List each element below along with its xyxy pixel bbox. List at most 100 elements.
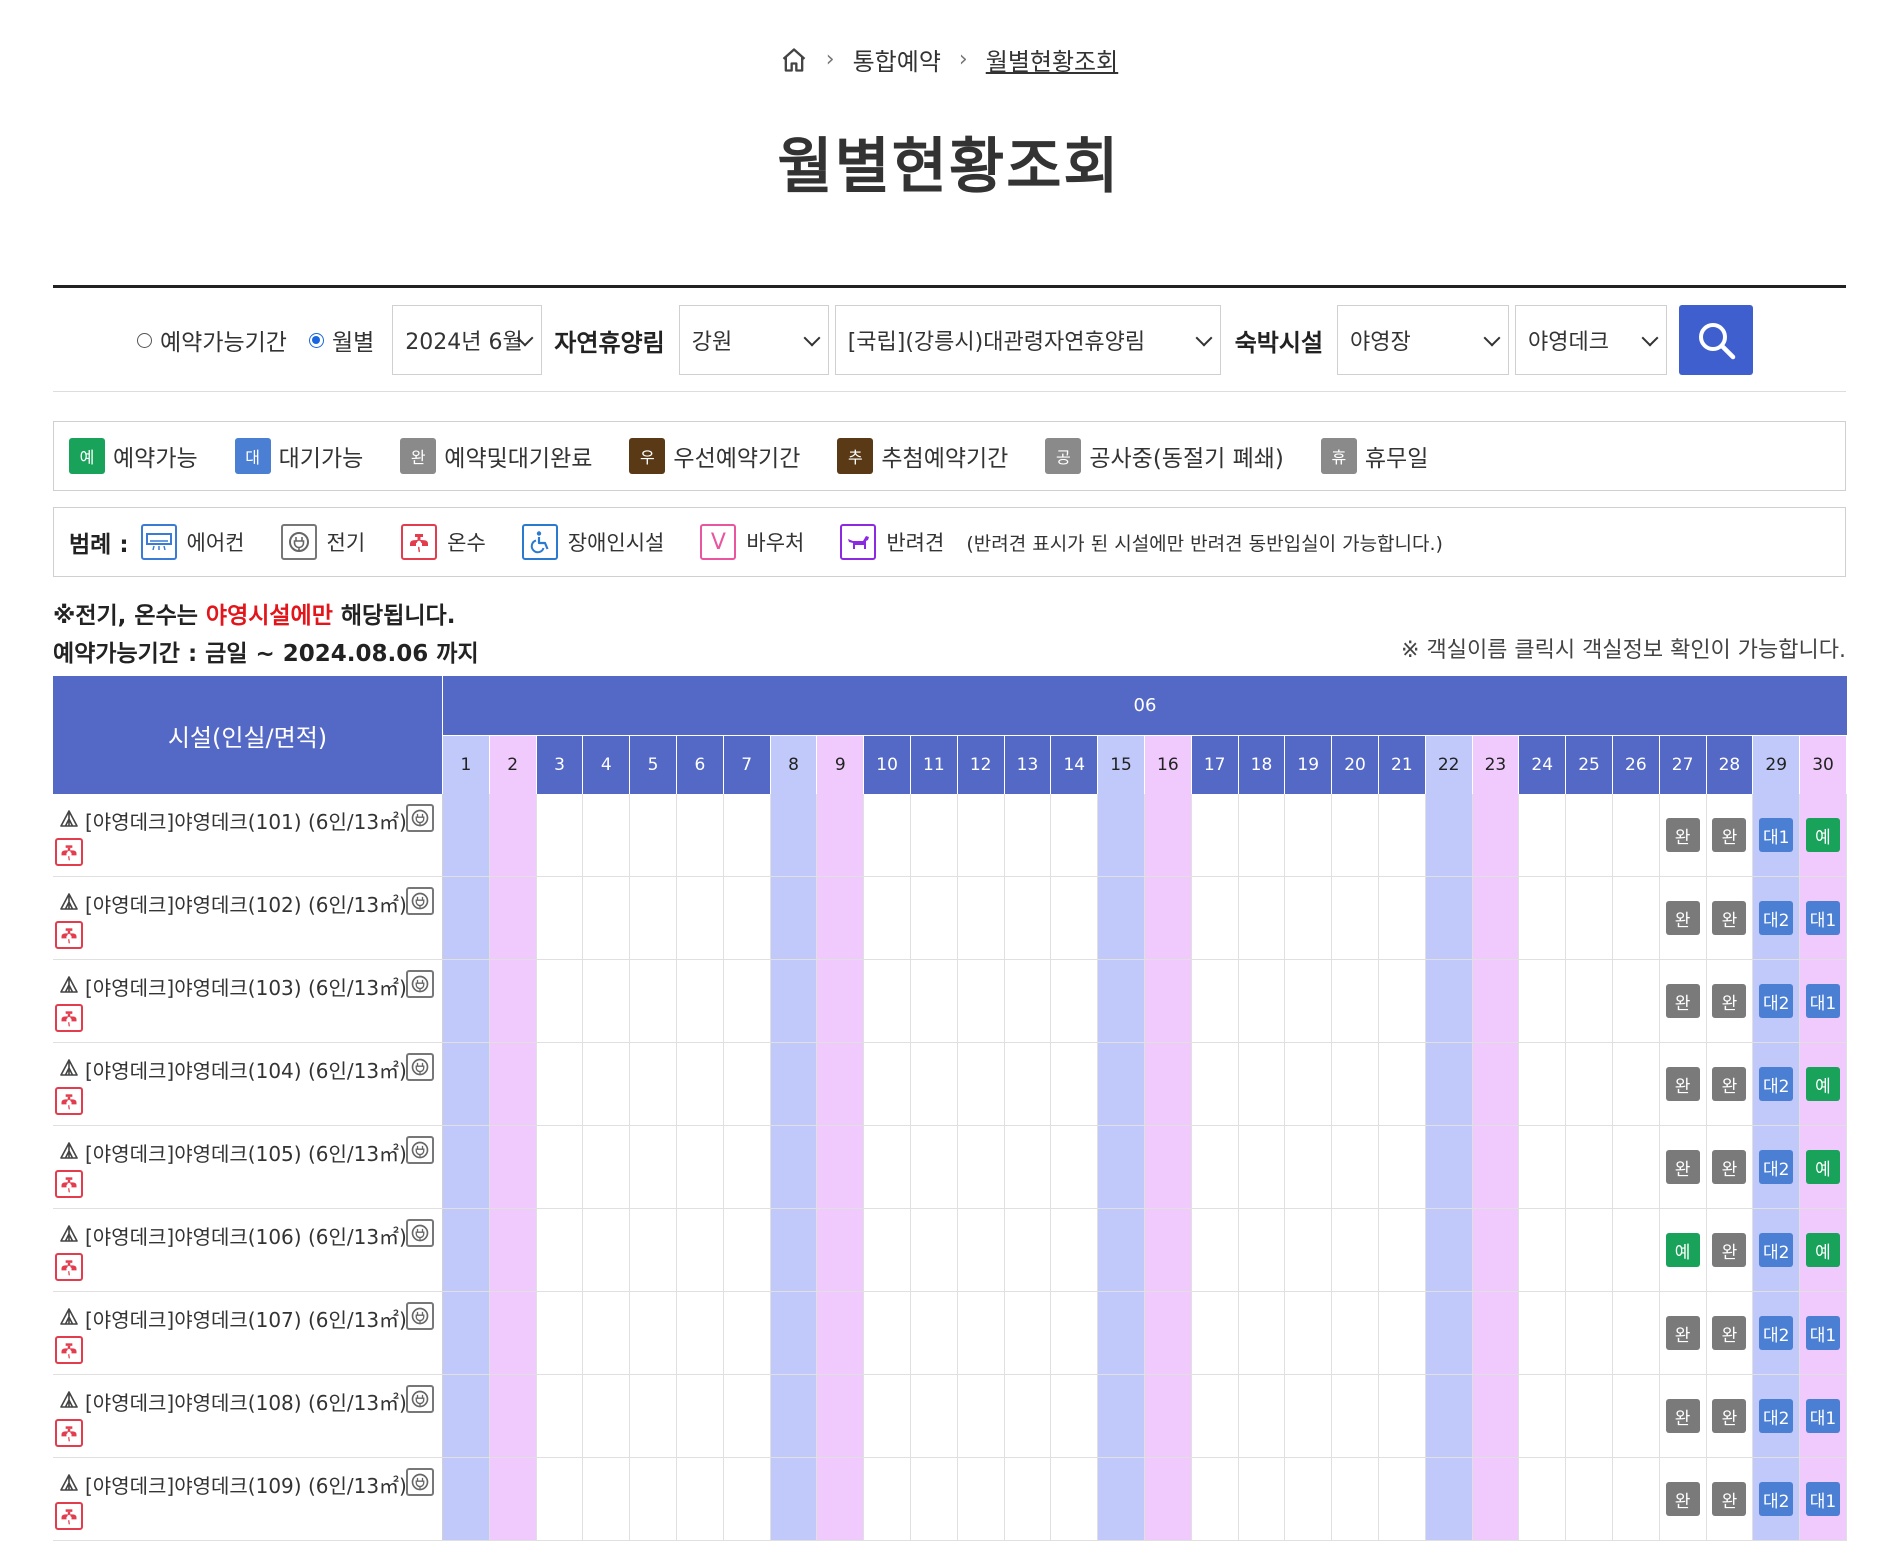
- waitlist-badge[interactable]: 대2: [1759, 1399, 1794, 1433]
- facility-cell: [야영데크]야영데크(102) (6인/13㎡): [53, 877, 443, 959]
- waitlist-badge[interactable]: 대2: [1759, 1233, 1794, 1267]
- waitlist-badge[interactable]: 대2: [1759, 984, 1794, 1018]
- facility-name-link[interactable]: [야영데크]야영데크(109) (6인/13㎡): [85, 1470, 407, 1499]
- day-cell: [676, 1292, 724, 1374]
- complete-badge[interactable]: 완: [1712, 901, 1747, 935]
- amenity-electricity: 전기: [280, 524, 365, 560]
- home-icon[interactable]: [780, 46, 808, 74]
- forest-select[interactable]: [국립](강릉시)대관령자연휴양림: [834, 305, 1221, 375]
- waitlist-badge[interactable]: 대2: [1759, 901, 1794, 935]
- waitlist-badge[interactable]: 대1: [1806, 1399, 1840, 1433]
- complete-badge[interactable]: 완: [1665, 1482, 1700, 1516]
- day-cell: [1238, 960, 1286, 1042]
- day-cell: [864, 1458, 911, 1540]
- day-cell: [1612, 1375, 1660, 1457]
- complete-badge[interactable]: 완: [1665, 1150, 1700, 1184]
- radio-month[interactable]: 월별: [308, 323, 374, 357]
- day-cell: [1098, 1375, 1145, 1457]
- facility-name-link[interactable]: [야영데크]야영데크(104) (6인/13㎡): [85, 1055, 407, 1084]
- facility-name-link[interactable]: [야영데크]야영데크(103) (6인/13㎡): [85, 972, 407, 1001]
- day-cell: [1332, 1209, 1379, 1291]
- facility-name-link[interactable]: [야영데크]야영데크(106) (6인/13㎡): [85, 1221, 407, 1250]
- day-cell: 대1: [1800, 1375, 1847, 1457]
- day-cell: 완: [1706, 1458, 1754, 1540]
- facility-name-link[interactable]: [야영데크]야영데크(102) (6인/13㎡): [85, 889, 407, 918]
- day-cell: [676, 877, 724, 959]
- facility-name-link[interactable]: [야영데크]야영데크(105) (6인/13㎡): [85, 1138, 407, 1167]
- complete-badge[interactable]: 완: [1665, 818, 1700, 852]
- facility-name-link[interactable]: [야영데크]야영데크(107) (6인/13㎡): [85, 1304, 407, 1333]
- available-badge[interactable]: 예: [1665, 1233, 1700, 1267]
- day-cell: [817, 1458, 865, 1540]
- search-button[interactable]: [1679, 305, 1754, 375]
- waitlist-badge[interactable]: 대1: [1759, 818, 1794, 852]
- breadcrumb-current[interactable]: 월별현황조회: [986, 42, 1118, 77]
- month-select[interactable]: 2024년 6월: [392, 305, 543, 375]
- day-cell: [1378, 1458, 1426, 1540]
- day-cell: [583, 960, 631, 1042]
- day-cell: [583, 1375, 631, 1457]
- radio-month-indicator[interactable]: [308, 332, 324, 348]
- facility-cell: [야영데크]야영데크(106) (6인/13㎡): [53, 1209, 443, 1291]
- day-cell: [817, 1126, 865, 1208]
- complete-badge[interactable]: 완: [1712, 1150, 1747, 1184]
- available-badge[interactable]: 예: [1806, 1233, 1840, 1267]
- facility-name-link[interactable]: [야영데크]야영데크(101) (6인/13㎡): [85, 806, 407, 835]
- available-badge[interactable]: 예: [1806, 818, 1840, 852]
- complete-badge[interactable]: 완: [1712, 1482, 1747, 1516]
- day-header: 6: [676, 736, 724, 794]
- day-cell: [1612, 877, 1660, 959]
- complete-badge[interactable]: 완: [1665, 1067, 1700, 1101]
- day-cell: [676, 1209, 724, 1291]
- facility-name-link[interactable]: [야영데크]야영데크(108) (6인/13㎡): [85, 1387, 407, 1416]
- tent-icon: [60, 1059, 78, 1076]
- day-cell: [1566, 1043, 1613, 1125]
- complete-badge[interactable]: 완: [1712, 984, 1747, 1018]
- radio-period[interactable]: 예약가능기간: [137, 323, 287, 357]
- complete-badge[interactable]: 완: [1712, 1233, 1747, 1267]
- facility-type-select[interactable]: 야영장: [1337, 305, 1510, 375]
- radio-period-indicator[interactable]: [137, 332, 152, 348]
- waitlist-badge[interactable]: 대1: [1806, 901, 1840, 935]
- day-header: 17: [1191, 736, 1239, 794]
- waitlist-badge[interactable]: 대1: [1806, 1482, 1840, 1516]
- complete-badge[interactable]: 완: [1712, 818, 1747, 852]
- waitlist-badge[interactable]: 대2: [1759, 1482, 1794, 1516]
- day-cell: [1004, 1375, 1052, 1457]
- amenity-label: 바우처: [746, 531, 805, 555]
- complete-badge[interactable]: 완: [1665, 984, 1700, 1018]
- month-header: 06: [443, 676, 1847, 736]
- day-cell: [770, 1126, 818, 1208]
- complete-badge[interactable]: 완: [1712, 1067, 1747, 1101]
- day-cell: 완: [1659, 1126, 1707, 1208]
- complete-badge[interactable]: 완: [1712, 1316, 1747, 1350]
- breadcrumb-item[interactable]: 통합예약: [853, 42, 941, 77]
- day-cell: [630, 960, 677, 1042]
- complete-badge[interactable]: 완: [1712, 1399, 1747, 1433]
- day-cell: [1425, 1126, 1473, 1208]
- day-cell: [1519, 1126, 1567, 1208]
- waitlist-badge[interactable]: 대2: [1759, 1316, 1794, 1350]
- day-cell: [770, 1043, 818, 1125]
- waitlist-badge[interactable]: 대2: [1759, 1150, 1794, 1184]
- facility-cell: [야영데크]야영데크(105) (6인/13㎡): [53, 1126, 443, 1208]
- available-badge[interactable]: 예: [1806, 1067, 1840, 1101]
- waitlist-badge[interactable]: 대1: [1806, 1316, 1840, 1350]
- waitlist-badge[interactable]: 대2: [1759, 1067, 1794, 1101]
- region-select[interactable]: 강원: [678, 305, 829, 375]
- electricity-icon: [406, 1219, 434, 1247]
- legend-label: 추첨예약기간: [881, 446, 1009, 472]
- day-cell: [1051, 1126, 1099, 1208]
- available-badge[interactable]: 예: [1806, 1150, 1840, 1184]
- day-cell: 대1: [1753, 794, 1801, 876]
- facility-sub-select[interactable]: 야영데크: [1515, 305, 1668, 375]
- complete-badge[interactable]: 완: [1665, 1316, 1700, 1350]
- table-row: [야영데크]야영데크(105) (6인/13㎡) 완 완 대2 예: [53, 1126, 1847, 1209]
- tent-icon: [60, 1142, 78, 1159]
- day-cell: [723, 1126, 771, 1208]
- day-cell: [1285, 1126, 1333, 1208]
- waitlist-badge[interactable]: 대1: [1806, 984, 1840, 1018]
- complete-badge[interactable]: 완: [1665, 1399, 1700, 1433]
- complete-badge[interactable]: 완: [1665, 901, 1700, 935]
- day-cell: [1144, 1458, 1192, 1540]
